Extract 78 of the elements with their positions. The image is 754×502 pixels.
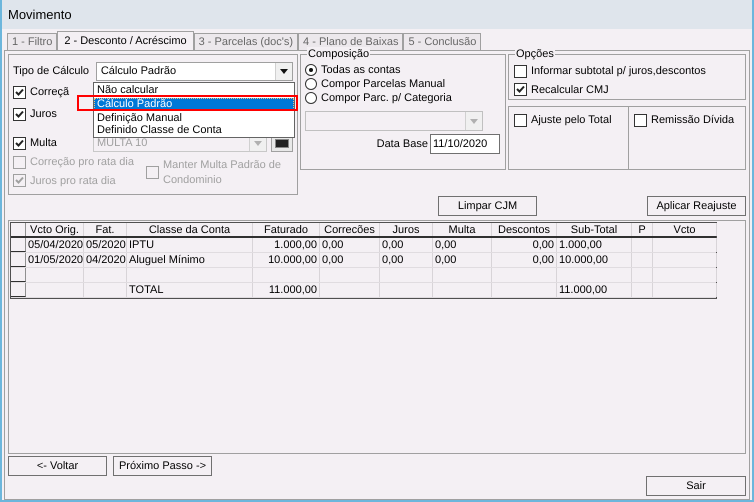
group-title: Opções xyxy=(515,47,555,61)
radio-button[interactable] xyxy=(305,64,317,76)
table-cell: 0,00 xyxy=(492,253,557,267)
checkbox-label: Ajuste pelo Total xyxy=(531,113,612,128)
checkbox-label: Correçã xyxy=(30,84,70,100)
table-cell: 0,00 xyxy=(433,253,492,267)
table-cell: 1.000,00 xyxy=(557,238,632,252)
radio-button[interactable] xyxy=(305,78,317,90)
button[interactable]: Próximo Passo -> xyxy=(113,456,212,476)
dropdown-option[interactable]: Definido Classe de Conta xyxy=(94,124,294,136)
checkbox[interactable] xyxy=(13,136,26,150)
column-header[interactable]: Faturado xyxy=(253,223,320,236)
column-header[interactable]: Multa xyxy=(433,223,492,236)
table-cell: 0,00 xyxy=(320,238,380,252)
tab[interactable]: 2 - Desconto / Acréscimo xyxy=(57,31,194,51)
button[interactable]: Aplicar Reajuste xyxy=(647,196,746,216)
checkbox[interactable] xyxy=(13,108,26,120)
checkbox-label: Manter Multa Padrão de Condominio xyxy=(163,158,282,188)
column-header[interactable]: Sub-Total xyxy=(557,223,632,236)
keypad-icon[interactable] xyxy=(275,138,289,148)
checkbox[interactable] xyxy=(514,83,527,96)
checkbox-label: Correção pro rata dia xyxy=(30,155,134,170)
calculation-type-dropdown[interactable]: Cálculo Padrão xyxy=(96,62,293,81)
table-cell: 1.000,00 xyxy=(253,238,320,252)
checkbox-label: Recalcular CMJ xyxy=(531,82,609,98)
column-header[interactable]: Fat. xyxy=(84,223,127,236)
checkbox[interactable] xyxy=(514,64,527,78)
table-cell: 04/2020 xyxy=(84,253,127,267)
table-cell: 10.000,00 xyxy=(557,253,632,267)
radio-label: Todas as contas xyxy=(321,62,400,78)
column-header[interactable]: Correcões xyxy=(320,223,380,236)
tab[interactable]: 1 - Filtro xyxy=(7,33,58,50)
checkbox-label: Remissão Dívida xyxy=(651,113,734,128)
table-cell: TOTAL xyxy=(127,283,253,297)
table-cell: 11.000,00 xyxy=(253,283,320,297)
column-header[interactable]: Descontos xyxy=(492,223,557,236)
table-cell: 05/04/2020 xyxy=(26,238,84,252)
tab[interactable]: 4 - Plano de Baixas xyxy=(298,33,404,50)
column-header[interactable]: Classe da Conta xyxy=(127,223,253,236)
field-label: Tipo de Cálculo xyxy=(13,64,90,80)
table-cell: 11.000,00 xyxy=(557,283,632,297)
checkbox-label: Informar subtotal p/ juros,descontos xyxy=(531,64,706,79)
table-cell: 0,00 xyxy=(433,238,492,252)
dropdown-option[interactable]: Definição Manual xyxy=(94,112,294,124)
checkbox[interactable] xyxy=(13,86,26,98)
button[interactable]: Sair xyxy=(646,476,746,496)
dropdown-option[interactable]: Cálculo Padrão xyxy=(94,98,294,110)
date-field[interactable]: 11/10/2020 xyxy=(430,134,500,154)
radio-label: Compor Parc. p/ Categoria xyxy=(321,90,452,106)
column-header[interactable]: P xyxy=(632,223,653,236)
column-header[interactable]: Juros xyxy=(380,223,433,236)
table-cell: 0,00 xyxy=(492,238,557,252)
radio-label: Compor Parcelas Manual xyxy=(321,76,446,92)
table-cell: 0,00 xyxy=(380,238,433,252)
table-cell: 01/05/2020 xyxy=(26,253,84,267)
caret-icon[interactable] xyxy=(280,69,288,74)
checkbox-label: Juros xyxy=(30,106,57,122)
checkbox-label: Juros pro rata dia xyxy=(30,174,116,188)
table-cell: 0,00 xyxy=(380,253,433,267)
table-cell: Aluguel Mínimo xyxy=(127,253,253,267)
group-title: Composição xyxy=(307,47,370,61)
table-cell: 05/2020 xyxy=(84,238,127,252)
table-cell: IPTU xyxy=(127,238,253,252)
field-label: Data Base xyxy=(376,136,428,152)
column-header[interactable]: Vcto Orig. xyxy=(26,223,84,236)
dropdown-option[interactable]: Não calcular xyxy=(94,84,294,96)
tab[interactable]: 3 - Parcelas (doc's) xyxy=(194,33,298,50)
window-title: Movimento xyxy=(8,6,72,24)
button[interactable]: Limpar CJM xyxy=(438,196,537,216)
tab[interactable]: 5 - Conclusão xyxy=(403,33,482,50)
radio-button[interactable] xyxy=(305,92,317,104)
table-cell: 0,00 xyxy=(320,253,380,267)
checkbox-label: Multa xyxy=(30,136,57,151)
checkbox[interactable] xyxy=(634,114,647,127)
column-header[interactable]: Vcto xyxy=(653,223,717,236)
button[interactable]: <- Voltar xyxy=(8,456,107,476)
table-cell: 10.000,00 xyxy=(253,253,320,267)
checkbox[interactable] xyxy=(514,114,527,127)
